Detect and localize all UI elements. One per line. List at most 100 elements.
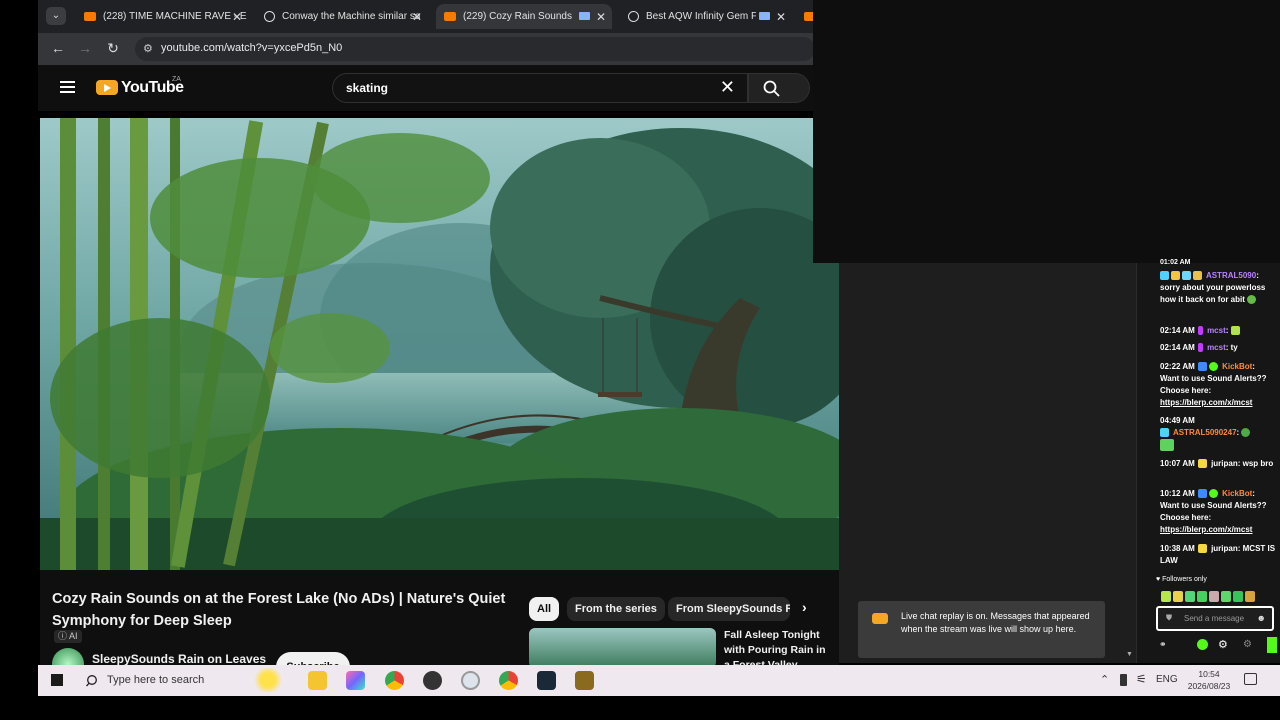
openai-favicon-icon: [264, 11, 275, 22]
followers-only-label: ♥ Followers only: [1156, 576, 1207, 583]
chat-message: 02:22 AM KickBot: Want to use Sound Aler…: [1160, 361, 1276, 409]
language-indicator[interactable]: ENG: [1156, 674, 1178, 685]
youtube-favicon-icon: [84, 12, 96, 21]
network-icon[interactable]: ⚟: [1136, 672, 1147, 686]
chat-username[interactable]: ASTRAL5090247: [1173, 428, 1237, 437]
chat-time: 10:38 AM: [1160, 544, 1195, 553]
tab-cozy-rain-sounds[interactable]: (229) Cozy Rain Sounds on ✕: [436, 4, 612, 29]
video-player[interactable]: [40, 118, 839, 570]
youtube-logo-icon[interactable]: [96, 80, 118, 95]
chat-message: 02:14 AM mcst: ty: [1160, 342, 1276, 354]
emoji-icon[interactable]: ☻: [1257, 613, 1266, 623]
site-info-icon[interactable]: ⚙: [143, 42, 153, 55]
steam-icon[interactable]: [537, 671, 556, 690]
chip-all[interactable]: All: [529, 597, 560, 621]
microphone-icon[interactable]: [1120, 674, 1127, 686]
chat-username[interactable]: KickBot: [1222, 489, 1252, 498]
emote-icon: [1230, 326, 1240, 336]
kick-icon[interactable]: [1197, 639, 1208, 650]
tab-conway-machine[interactable]: Conway the Machine similar sa ✕: [256, 4, 428, 29]
tab-title: (228) TIME MACHINE RAVE - E: [103, 11, 247, 22]
chat-time: 02:22 AM: [1160, 362, 1195, 371]
chips-next-arrow-icon[interactable]: ›: [802, 599, 807, 615]
youtube-icon: [872, 613, 888, 624]
chat-username[interactable]: KickBot: [1222, 362, 1252, 371]
search-query-text: skating: [346, 81, 389, 95]
search-input[interactable]: skating ✕: [332, 73, 748, 103]
taskbar-search-placeholder: Type here to search: [107, 674, 205, 686]
shield-icon: ⛊: [1166, 613, 1172, 622]
video-info-section: Cozy Rain Sounds on at the Forest Lake (…: [40, 570, 839, 682]
settings-gear-icon[interactable]: ⚙: [1218, 638, 1228, 651]
game-icon[interactable]: [575, 671, 594, 690]
back-arrow-icon[interactable]: ←: [49, 40, 67, 56]
url-text: youtube.com/watch?v=yxcePd5n_N0: [161, 42, 343, 54]
chat-link[interactable]: https://blerp.com/x/mcst: [1160, 525, 1252, 534]
send-message-placeholder: Send a message: [1184, 614, 1245, 623]
reload-icon[interactable]: ↻: [104, 40, 122, 57]
tab-overflow[interactable]: [800, 4, 813, 29]
youtube-favicon-icon: [444, 12, 456, 21]
copilot-icon[interactable]: [346, 671, 365, 690]
channel-name[interactable]: SleepySounds Rain on Leaves: [92, 652, 266, 666]
show-hidden-icons-icon[interactable]: ⌃: [1100, 673, 1109, 686]
notifications-icon[interactable]: [1244, 673, 1257, 685]
tab-time-machine-rave[interactable]: (228) TIME MACHINE RAVE - E ✕: [76, 4, 248, 29]
search-button[interactable]: [748, 73, 810, 103]
tab-aqw-infinity-gem[interactable]: Best AQW Infinity Gem Far ✕: [620, 4, 792, 29]
ai-badge-label: AI: [69, 631, 78, 641]
chat-message: 10:38 AM juripan: MCST IS LAW: [1160, 543, 1276, 567]
empty-dark-region: [813, 0, 1280, 263]
chrome-profile-icon[interactable]: [499, 671, 518, 690]
send-message-input[interactable]: ⛊ Send a message ☻: [1156, 606, 1274, 631]
omnibar: ← → ↻ ⚙ youtube.com/watch?v=yxcePd5n_N0: [38, 33, 813, 65]
chat-username[interactable]: juripan: [1211, 544, 1238, 553]
youtube-favicon-icon: [804, 12, 813, 21]
followers-only-text: Followers only: [1162, 576, 1207, 583]
address-bar[interactable]: ⚙ youtube.com/watch?v=yxcePd5n_N0: [135, 37, 813, 61]
chat-link[interactable]: https://blerp.com/x/mcst: [1160, 398, 1252, 407]
chrome-icon[interactable]: [385, 671, 404, 690]
chat-username[interactable]: juripan: [1211, 459, 1238, 468]
clear-search-icon[interactable]: ✕: [720, 77, 735, 98]
chip-from-series[interactable]: From the series: [567, 597, 665, 621]
chat-text: :: [1225, 326, 1229, 335]
close-tab-icon[interactable]: ✕: [412, 10, 422, 24]
windows-start-icon[interactable]: [51, 674, 63, 686]
live-chat-replay-panel: Live chat replay is on. Messages that ap…: [839, 263, 1136, 663]
search-highlight-icon[interactable]: [248, 668, 288, 692]
close-tab-icon[interactable]: ✕: [776, 10, 786, 24]
forward-arrow-icon[interactable]: →: [76, 40, 94, 56]
chat-time: 04:49 AM: [1160, 416, 1195, 425]
suggested-video-title[interactable]: Fall Asleep Tonight with Pouring Rain in…: [724, 628, 828, 668]
chat-send-button[interactable]: [1267, 637, 1277, 653]
chat-username[interactable]: ASTRAL5090: [1206, 271, 1256, 280]
close-tab-icon[interactable]: ✕: [232, 10, 242, 24]
extension-icon[interactable]: ⚙: [1243, 639, 1252, 650]
chat-message: ASTRAL5090: sorry about your powerloss h…: [1160, 270, 1276, 306]
app-icon[interactable]: [461, 671, 480, 690]
kick-chat-panel: 01:02 AM ASTRAL5090: sorry about your po…: [1136, 259, 1280, 663]
suggested-video-thumbnail[interactable]: [529, 628, 716, 668]
hamburger-menu-icon[interactable]: [60, 81, 75, 83]
tab-title: (229) Cozy Rain Sounds on: [463, 11, 573, 22]
obs-icon[interactable]: [423, 671, 442, 690]
chat-username[interactable]: mcst: [1207, 326, 1226, 335]
chip-from-channel[interactable]: From SleepySounds Ra: [668, 597, 790, 621]
file-explorer-icon[interactable]: [308, 671, 327, 690]
ai-badge[interactable]: ⓘ AI: [54, 630, 82, 643]
system-clock[interactable]: 10:54 2026/08/23: [1184, 668, 1234, 692]
chat-message: 02:14 AM mcst:: [1160, 325, 1276, 337]
chat-message: 10:12 AM KickBot: Want to use Sound Aler…: [1160, 488, 1276, 536]
tab-search-button[interactable]: ⌄: [46, 7, 66, 25]
clock-date: 2026/08/23: [1187, 681, 1231, 691]
windows-taskbar: Type here to search ⌃ ⚟ ENG 10:54 2026/0…: [38, 665, 1280, 696]
taskbar-search-box[interactable]: Type here to search: [78, 665, 248, 696]
chat-users-icon[interactable]: ⚭: [1159, 639, 1167, 650]
chat-time: 10:12 AM: [1160, 489, 1195, 498]
close-tab-icon[interactable]: ✕: [596, 10, 606, 24]
video-title-line-2: Symphony for Deep Sleep: [52, 613, 232, 629]
emote-bar[interactable]: [1161, 588, 1277, 603]
chat-username[interactable]: mcst: [1207, 343, 1226, 352]
scroll-down-arrow-icon[interactable]: ▼: [1126, 651, 1133, 658]
